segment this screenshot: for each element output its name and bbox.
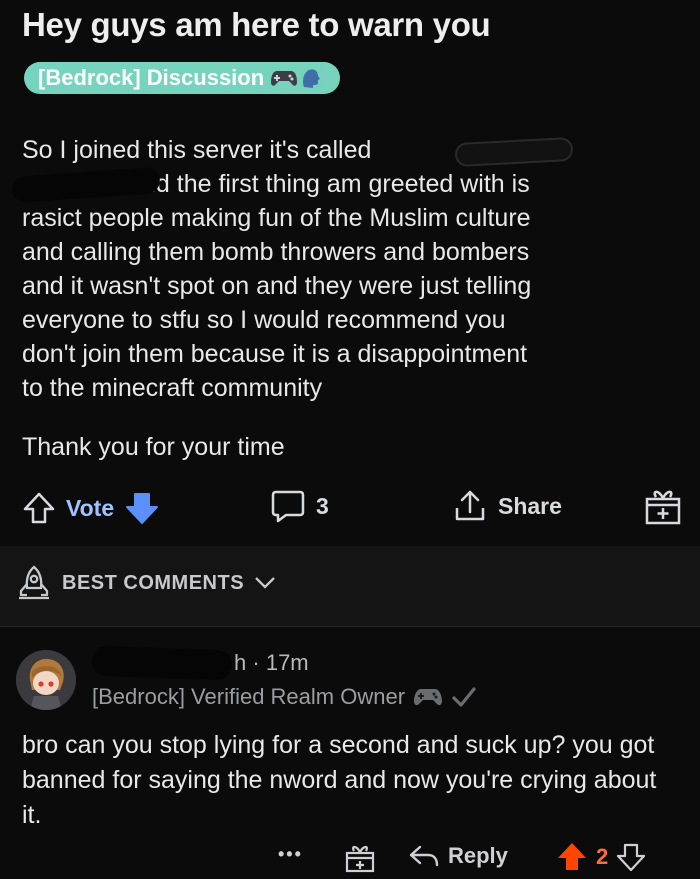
comment-text: bro can you stop lying for a second and … <box>22 731 657 829</box>
post-body-line: and calling them bomb throwers and bombe… <box>22 238 530 266</box>
reply-label: Reply <box>448 843 508 868</box>
comment-time: 17m <box>265 650 309 675</box>
vote-group: Vote <box>22 490 160 526</box>
post-body-line: rasict people making fun of the Muslim c… <box>22 204 531 232</box>
award-button[interactable] <box>644 486 682 526</box>
rocket-icon <box>16 564 52 602</box>
comment-count: 3 <box>316 492 329 519</box>
post-body-line: everyone to stfu so I would recommend yo… <box>22 306 506 334</box>
post-body-line: don't join them because it is a disappoi… <box>22 340 528 368</box>
comment-score: 2 <box>596 844 609 869</box>
user-flair-label: [Bedrock] Verified Realm Owner <box>92 684 406 709</box>
upvote-filled-icon[interactable] <box>556 841 588 873</box>
avatar[interactable] <box>16 650 76 710</box>
award-button[interactable] <box>344 842 376 874</box>
gift-icon <box>344 842 376 874</box>
flair-emojis <box>270 67 326 89</box>
post-closing: Thank you for your time <box>22 433 285 461</box>
comments-button[interactable]: 3 <box>270 488 329 524</box>
downvote-icon[interactable] <box>616 842 646 872</box>
reply-button[interactable]: Reply <box>408 843 508 869</box>
user-flair: [Bedrock] Verified Realm Owner <box>92 684 477 710</box>
post-body-line: nd the first thing am greeted with is <box>142 170 530 198</box>
downvote-icon[interactable] <box>124 490 160 526</box>
reply-arrow-icon <box>408 843 440 869</box>
flair-label: [Bedrock] Discussion <box>38 65 265 90</box>
more-options-button[interactable]: ••• <box>278 844 303 865</box>
chevron-down-icon <box>254 576 276 590</box>
gamepad-icon <box>270 67 298 89</box>
comment-author[interactable]: h <box>234 650 246 675</box>
vote-label: Vote <box>66 494 115 521</box>
comment-bubble-icon <box>270 488 306 524</box>
checkmark-icon <box>451 686 477 708</box>
comment-sort-button[interactable]: BEST COMMENTS <box>16 564 276 602</box>
more-label: ••• <box>278 844 303 864</box>
post-body-line: So I joined this server it's called <box>22 136 372 164</box>
post-body-line: and it wasn't spot on and they were just… <box>22 272 532 300</box>
share-label: Share <box>498 492 562 519</box>
gift-icon <box>644 486 682 526</box>
post-body-line: to the minecraft community <box>22 374 323 402</box>
post: Hey guys am here to warn you [Bedrock] D… <box>0 0 700 546</box>
comment-action-bar: ••• Reply 2 <box>0 838 700 878</box>
post-title: Hey guys am here to warn you <box>22 6 491 43</box>
comment-meta: h · 17m <box>92 650 309 676</box>
comment-vote-group: 2 <box>556 841 646 873</box>
post-flair[interactable]: [Bedrock] Discussion <box>24 62 341 94</box>
speaking-head-icon <box>300 67 326 89</box>
post-action-bar: Vote 3 Share <box>0 480 700 532</box>
share-icon <box>452 488 488 524</box>
sort-label: BEST COMMENTS <box>62 571 245 594</box>
upvote-icon[interactable] <box>22 491 56 525</box>
gamepad-icon <box>413 686 443 708</box>
share-button[interactable]: Share <box>452 488 562 524</box>
dot-separator: · <box>252 650 266 675</box>
